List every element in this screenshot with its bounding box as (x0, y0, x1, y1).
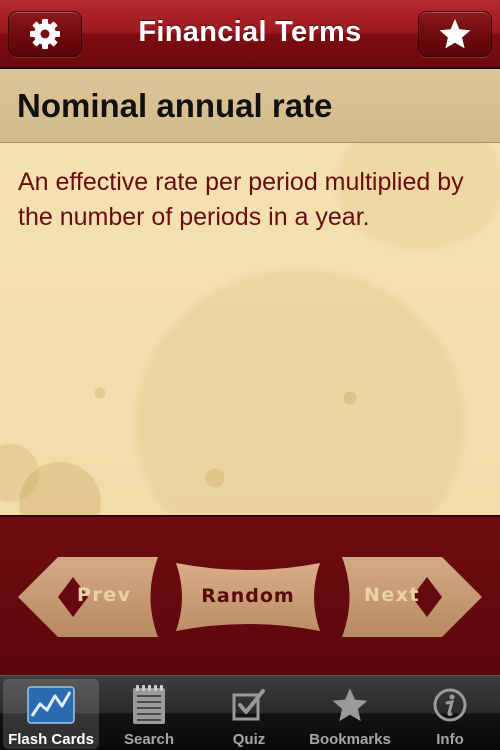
tab-info[interactable]: Info (402, 679, 498, 749)
star-icon (439, 19, 471, 49)
navigation-bar: Financial Terms (0, 0, 500, 68)
tab-label: Search (123, 731, 175, 748)
definition-text: An effective rate per period multiplied … (18, 168, 464, 231)
tab-flash-cards[interactable]: Flash Cards (3, 679, 99, 749)
tab-label: Info (436, 731, 464, 748)
tab-bookmarks[interactable]: Bookmarks (302, 679, 398, 749)
random-label: Random (201, 585, 295, 607)
next-label: Next (364, 584, 421, 606)
definition-area: An effective rate per period multiplied … (0, 143, 500, 515)
random-button[interactable]: Random (176, 563, 320, 631)
tab-label: Flash Cards (8, 731, 94, 748)
prev-button[interactable]: Prev (18, 557, 158, 637)
tab-quiz[interactable]: Quiz (201, 679, 297, 749)
tab-label: Bookmarks (309, 731, 391, 748)
term-header: Nominal annual rate (0, 69, 500, 143)
next-button[interactable]: Next (342, 557, 482, 637)
tab-search[interactable]: Search (101, 679, 197, 749)
bookmark-button[interactable] (418, 11, 492, 57)
term-title: Nominal annual rate (17, 87, 333, 124)
tab-bar: Flash Cards Search Quiz Bookmarks Info (0, 675, 500, 750)
notepad-icon (133, 685, 165, 724)
chart-icon (27, 686, 75, 724)
card-controls: Prev Random Next (0, 515, 500, 675)
checkbox-icon (232, 689, 265, 721)
info-icon (433, 688, 467, 722)
tab-label: Quiz (232, 731, 266, 748)
star-icon (332, 688, 368, 722)
prev-label: Prev (77, 584, 132, 606)
